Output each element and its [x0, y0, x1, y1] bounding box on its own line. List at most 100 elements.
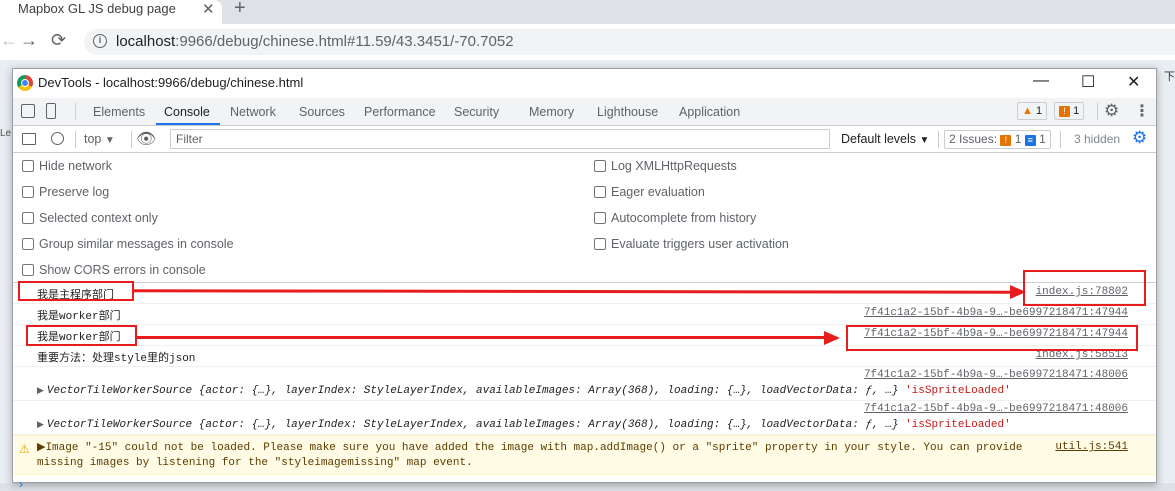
close-tab-icon[interactable]: ✕ [202, 0, 215, 18]
log-object[interactable]: ▶ VectorTileWorkerSource {actor: {…}, lay… [37, 419, 1011, 431]
dropdown-arrow-icon: ▼ [919, 135, 930, 146]
checkbox [594, 160, 606, 172]
option-group-similar[interactable]: Group similar messages in console [22, 237, 234, 251]
issues-badge[interactable]: ! 1 [1054, 102, 1085, 120]
page-edge-text-right: 下 [1164, 71, 1175, 83]
expand-triangle-icon: ▶ [37, 420, 44, 430]
divider [75, 131, 76, 148]
annotation-box [1023, 270, 1146, 306]
log-row-object[interactable]: 7f41c1a2-15bf-4b9a-9…-be6997218471:48006… [13, 367, 1156, 401]
annotation-box [18, 281, 134, 301]
issue-info-icon: ≡ [1024, 135, 1036, 146]
minimize-icon[interactable]: — [1033, 72, 1049, 90]
log-source-link[interactable]: 7f41c1a2-15bf-4b9a-9…-be6997218471:48006 [864, 369, 1128, 381]
url-text: localhost:9966/debug/chinese.html#11.59/… [116, 33, 514, 50]
option-evaluate-triggers[interactable]: Evaluate triggers user activation [594, 237, 789, 251]
option-autocomplete-history[interactable]: Autocomplete from history [594, 211, 756, 225]
tab-network[interactable]: Network [230, 105, 276, 119]
divider [1060, 131, 1061, 148]
tab-elements[interactable]: Elements [93, 105, 145, 119]
back-icon[interactable]: ← [0, 30, 18, 51]
warnings-badge[interactable]: ▲ 1 [1017, 102, 1048, 120]
tab-security[interactable]: Security [454, 105, 499, 119]
reload-icon[interactable]: ⟳ [51, 30, 66, 51]
checkbox [22, 264, 34, 276]
checkbox [22, 238, 34, 250]
inspect-element-icon[interactable] [21, 104, 35, 118]
checkbox [594, 186, 606, 198]
browser-tab[interactable]: Mapbox GL JS debug page ✕ [0, 0, 222, 24]
tab-console[interactable]: Console [164, 105, 210, 119]
dropdown-arrow-icon: ▼ [104, 135, 115, 146]
issue-icon: ! [1059, 106, 1070, 117]
live-expression-eye-icon[interactable]: 👁 [136, 129, 156, 148]
warning-log-row[interactable]: ⚠ ▶Image "-15" could not be loaded. Plea… [13, 435, 1156, 475]
more-options-icon[interactable]: ⋮ [1134, 101, 1150, 120]
devtools-titlebar: DevTools - localhost:9966/debug/chinese.… [13, 69, 1156, 98]
console-prompt-icon[interactable]: › [19, 477, 23, 491]
devtools-tabbar: Elements Console Network Sources Perform… [13, 98, 1156, 126]
context-selector[interactable]: top ▼ [84, 132, 115, 146]
chrome-logo-icon [17, 75, 33, 91]
log-source-link[interactable]: 7f41c1a2-15bf-4b9a-9…-be6997218471:48006 [864, 403, 1128, 415]
sidebar-toggle-icon[interactable] [22, 133, 36, 145]
log-row: 我是worker部门 7f41c1a2-15bf-4b9a-9…-be69972… [13, 304, 1156, 325]
console-settings-panel: Hide network Preserve log Selected conte… [13, 153, 1156, 283]
checkbox [594, 238, 606, 250]
expand-triangle-icon: ▶ [37, 386, 44, 396]
devtools-window-title: DevTools - localhost:9966/debug/chinese.… [38, 75, 304, 90]
filter-input[interactable] [171, 130, 829, 148]
checkbox [22, 160, 34, 172]
browser-toolbar: ← → ⟳ i localhost:9966/debug/chinese.htm… [0, 24, 1175, 60]
settings-gear-icon[interactable]: ⚙ [1104, 101, 1119, 121]
warning-message: ▶Image "-15" could not be loaded. Please… [37, 442, 1023, 469]
issues-counter-button[interactable]: 2 Issues: ! 1 ≡ 1 [944, 130, 1051, 149]
annotation-arrowhead [824, 331, 840, 345]
page-edge-text: Le [0, 128, 12, 139]
option-selected-context-only[interactable]: Selected context only [22, 211, 158, 225]
tab-performance[interactable]: Performance [364, 105, 436, 119]
forward-icon[interactable]: → [20, 30, 38, 51]
divider [938, 131, 939, 148]
option-log-xmlhttprequests[interactable]: Log XMLHttpRequests [594, 159, 737, 173]
devtools-window: DevTools - localhost:9966/debug/chinese.… [12, 68, 1157, 491]
log-levels-dropdown[interactable]: Default levels ▼ [841, 132, 929, 146]
annotation-arrow [137, 336, 827, 339]
hidden-count: 3 hidden [1074, 132, 1121, 146]
tab-sources[interactable]: Sources [299, 105, 345, 119]
divider [75, 103, 76, 120]
divider [1097, 103, 1098, 120]
site-info-icon[interactable]: i [93, 34, 107, 48]
annotation-box [26, 325, 137, 346]
checkbox [594, 212, 606, 224]
option-preserve-log[interactable]: Preserve log [22, 185, 109, 199]
clear-console-icon[interactable] [51, 132, 64, 145]
close-window-icon[interactable]: ✕ [1127, 72, 1140, 92]
active-tab-indicator [156, 123, 220, 125]
new-tab-icon[interactable]: + [234, 0, 246, 20]
log-source-link[interactable]: 7f41c1a2-15bf-4b9a-9…-be6997218471:47944 [864, 307, 1128, 319]
divider [131, 131, 132, 148]
console-settings-gear-icon[interactable]: ⚙ [1132, 128, 1147, 148]
warning-source-link[interactable]: util.js:541 [1055, 441, 1128, 453]
browser-tab-strip: Mapbox GL JS debug page ✕ + [0, 0, 1175, 24]
browser-tab-title: Mapbox GL JS debug page [18, 1, 176, 16]
device-toolbar-icon[interactable] [46, 103, 56, 119]
filter-input-box[interactable] [170, 129, 830, 149]
tab-lighthouse[interactable]: Lighthouse [597, 105, 658, 119]
address-bar[interactable]: i localhost:9966/debug/chinese.html#11.5… [84, 29, 1175, 55]
log-object[interactable]: ▶ VectorTileWorkerSource {actor: {…}, lay… [37, 385, 1011, 397]
log-message: 重要方法：处理style里的json [37, 353, 196, 365]
log-message: 我是worker部门 [37, 311, 121, 323]
maximize-icon[interactable]: ☐ [1081, 72, 1095, 92]
checkbox [22, 186, 34, 198]
tab-memory[interactable]: Memory [529, 105, 574, 119]
console-toolbar: top ▼ 👁 Default levels ▼ 2 Issues: ! 1 ≡… [13, 126, 1156, 153]
option-eager-evaluation[interactable]: Eager evaluation [594, 185, 705, 199]
warning-triangle-icon: ⚠ [19, 442, 30, 456]
option-hide-network[interactable]: Hide network [22, 159, 112, 173]
log-row-object[interactable]: 7f41c1a2-15bf-4b9a-9…-be6997218471:48006… [13, 401, 1156, 435]
checkbox [22, 212, 34, 224]
tab-application[interactable]: Application [679, 105, 740, 119]
option-show-cors-errors[interactable]: Show CORS errors in console [22, 263, 206, 277]
